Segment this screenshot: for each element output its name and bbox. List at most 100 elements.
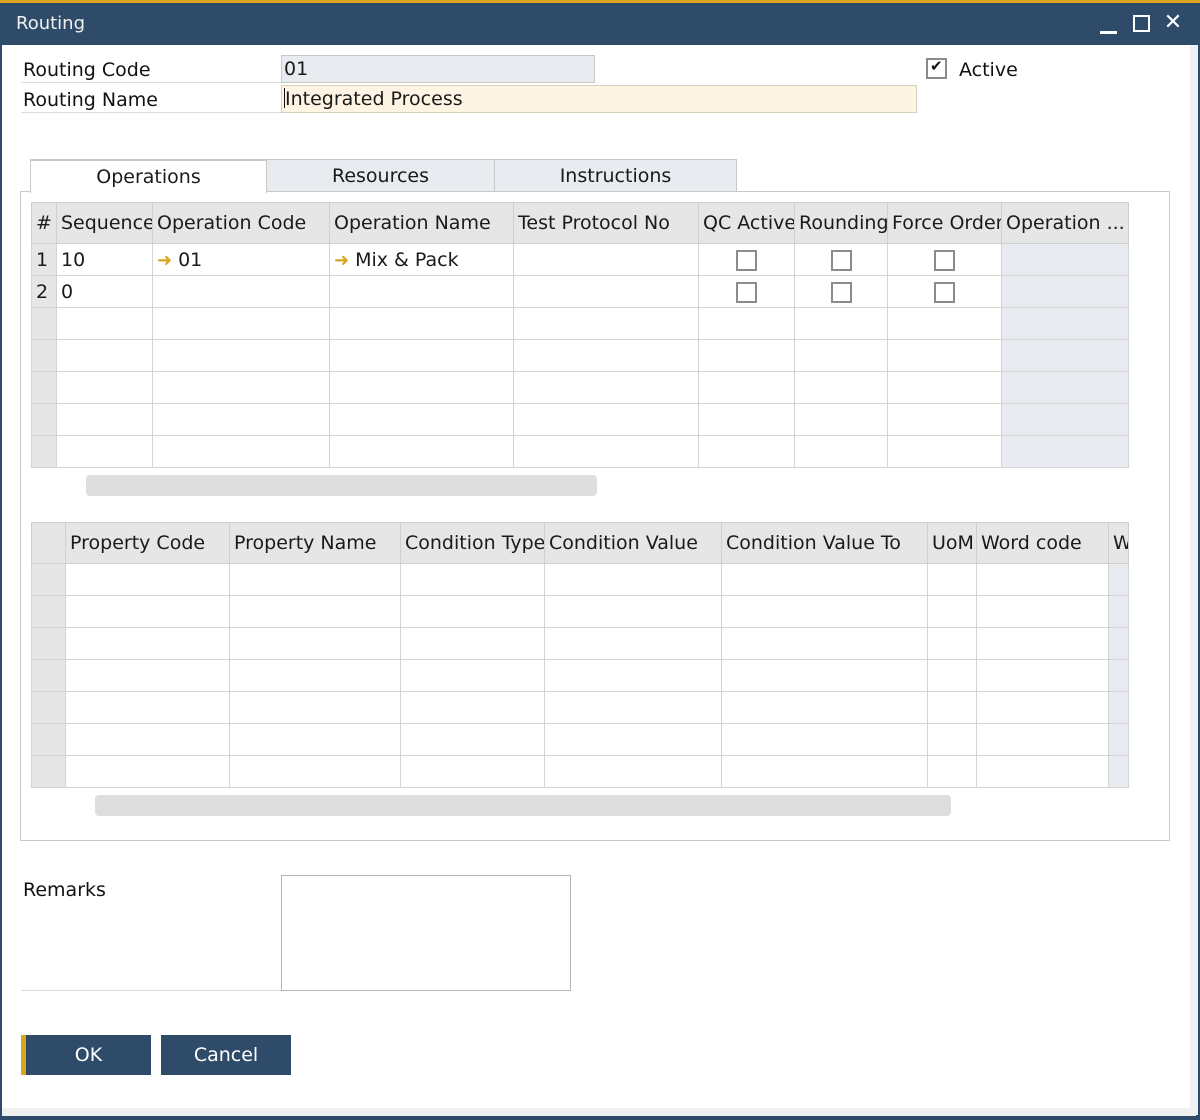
link-arrow-icon[interactable]: ➜ [334, 250, 349, 271]
empty-cell[interactable] [544, 723, 722, 756]
operations-horizontal-scrollbar[interactable] [86, 475, 597, 496]
empty-cell[interactable] [65, 563, 230, 596]
tab-resources[interactable]: Resources [266, 159, 495, 192]
empty-cell[interactable] [976, 595, 1109, 628]
empty-cell[interactable] [721, 595, 928, 628]
empty-cell[interactable] [513, 371, 699, 404]
table-row[interactable]: 1 10 ➜ 01 ➜ Mix & Pack [31, 243, 1129, 276]
empty-cell[interactable] [65, 627, 230, 660]
empty-cell[interactable] [152, 435, 330, 468]
close-icon[interactable]: ✕ [1158, 9, 1188, 39]
empty-cell[interactable] [794, 403, 888, 436]
col-header-operation-code[interactable]: Operation Code [152, 202, 330, 244]
empty-cell[interactable] [721, 563, 928, 596]
table-row[interactable] [31, 563, 1129, 596]
operation-code-cell[interactable] [152, 275, 330, 308]
table-row[interactable] [31, 371, 1129, 404]
empty-cell[interactable] [56, 403, 153, 436]
empty-cell[interactable] [927, 595, 977, 628]
empty-cell[interactable] [56, 307, 153, 340]
minimize-icon[interactable] [1094, 9, 1124, 39]
empty-cell[interactable] [152, 371, 330, 404]
table-row[interactable] [31, 723, 1129, 756]
empty-cell[interactable] [927, 755, 977, 788]
col-header-operation-more[interactable]: Operation ... [1001, 202, 1129, 244]
empty-cell[interactable] [513, 403, 699, 436]
table-row[interactable] [31, 691, 1129, 724]
col-header-condition-value-to[interactable]: Condition Value To [721, 522, 928, 564]
empty-cell[interactable] [887, 403, 1002, 436]
remarks-textarea[interactable] [281, 875, 571, 991]
properties-horizontal-scrollbar[interactable] [95, 795, 951, 816]
empty-cell[interactable] [513, 307, 699, 340]
empty-cell[interactable] [927, 627, 977, 660]
empty-cell[interactable] [329, 339, 514, 372]
title-bar[interactable]: Routing ✕ [0, 3, 1200, 45]
empty-cell[interactable] [329, 371, 514, 404]
empty-cell[interactable] [56, 435, 153, 468]
empty-cell[interactable] [698, 435, 795, 468]
empty-cell[interactable] [329, 435, 514, 468]
sequence-cell[interactable]: 10 [56, 243, 153, 276]
empty-cell[interactable] [400, 595, 545, 628]
empty-cell[interactable] [544, 691, 722, 724]
cancel-button[interactable]: Cancel [161, 1035, 291, 1075]
empty-cell[interactable] [544, 659, 722, 692]
force-order-checkbox[interactable] [934, 249, 955, 271]
empty-cell[interactable] [887, 371, 1002, 404]
empty-cell[interactable] [229, 595, 401, 628]
col-header-test-protocol-no[interactable]: Test Protocol No [513, 202, 699, 244]
empty-cell[interactable] [927, 563, 977, 596]
empty-cell[interactable] [65, 755, 230, 788]
empty-cell[interactable] [698, 339, 795, 372]
empty-cell[interactable] [721, 723, 928, 756]
empty-cell[interactable] [698, 403, 795, 436]
empty-cell[interactable] [229, 755, 401, 788]
empty-cell[interactable] [56, 371, 153, 404]
empty-cell[interactable] [976, 659, 1109, 692]
maximize-icon[interactable] [1127, 9, 1157, 39]
table-row[interactable] [31, 339, 1129, 372]
col-header-operation-name[interactable]: Operation Name [329, 202, 514, 244]
empty-cell[interactable] [229, 627, 401, 660]
col-header-condition-type[interactable]: Condition Type [400, 522, 545, 564]
empty-cell[interactable] [698, 371, 795, 404]
col-header-property-name[interactable]: Property Name [229, 522, 401, 564]
table-row[interactable] [31, 627, 1129, 660]
empty-cell[interactable] [927, 659, 977, 692]
empty-cell[interactable] [400, 723, 545, 756]
empty-cell[interactable] [698, 307, 795, 340]
empty-cell[interactable] [544, 563, 722, 596]
col-header-force-order[interactable]: Force Order [887, 202, 1002, 244]
empty-cell[interactable] [794, 371, 888, 404]
empty-cell[interactable] [721, 755, 928, 788]
empty-cell[interactable] [400, 691, 545, 724]
empty-cell[interactable] [976, 691, 1109, 724]
link-arrow-icon[interactable]: ➜ [157, 250, 172, 271]
empty-cell[interactable] [721, 659, 928, 692]
col-header-sequence[interactable]: Sequence [56, 202, 153, 244]
empty-cell[interactable] [887, 307, 1002, 340]
empty-cell[interactable] [544, 755, 722, 788]
rounding-checkbox[interactable] [830, 249, 852, 271]
test-protocol-cell[interactable] [513, 243, 699, 276]
empty-cell[interactable] [229, 723, 401, 756]
empty-cell[interactable] [400, 755, 545, 788]
routing-name-field[interactable]: Integrated Process [281, 85, 917, 113]
empty-cell[interactable] [887, 339, 1002, 372]
col-header-condition-value[interactable]: Condition Value [544, 522, 722, 564]
operation-name-cell[interactable] [329, 275, 514, 308]
force-order-checkbox[interactable] [934, 281, 955, 303]
col-header-num[interactable]: # [31, 202, 57, 244]
qc-active-checkbox[interactable] [736, 281, 757, 303]
empty-cell[interactable] [56, 339, 153, 372]
empty-cell[interactable] [65, 595, 230, 628]
routing-code-field[interactable]: 01 [281, 55, 595, 83]
operation-name-cell[interactable]: ➜ Mix & Pack [329, 243, 514, 276]
tab-operations[interactable]: Operations [30, 159, 267, 193]
empty-cell[interactable] [513, 435, 699, 468]
empty-cell[interactable] [152, 339, 330, 372]
col-header-rounding[interactable]: Rounding [794, 202, 888, 244]
sequence-cell[interactable]: 0 [56, 275, 153, 308]
empty-cell[interactable] [887, 435, 1002, 468]
